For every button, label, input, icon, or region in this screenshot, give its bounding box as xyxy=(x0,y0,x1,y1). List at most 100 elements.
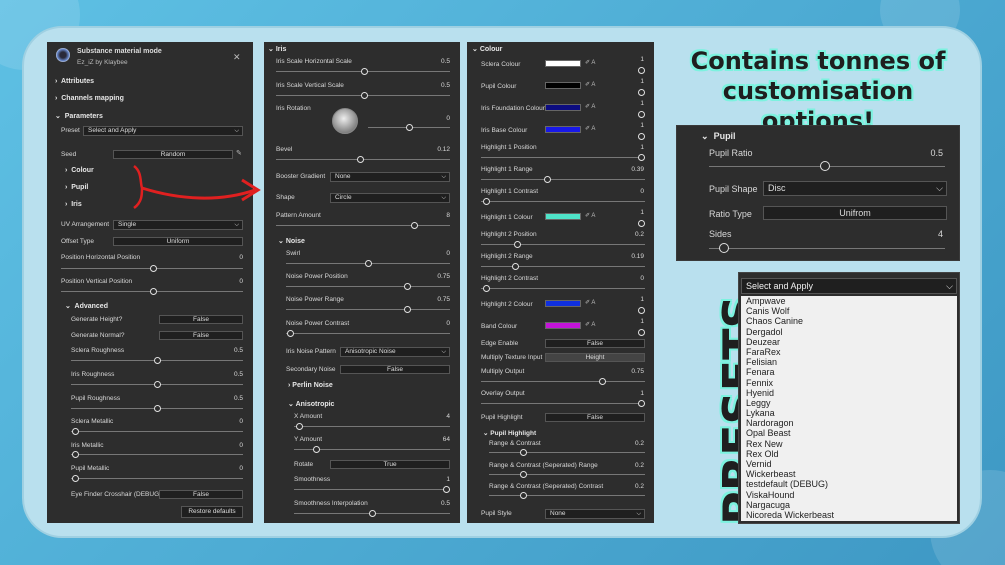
preset-option[interactable]: Fennix xyxy=(741,378,957,388)
highlight2-contrast-track[interactable] xyxy=(481,288,645,289)
anisotropic-group[interactable]: ⌄ Anisotropic xyxy=(288,400,334,408)
iris-group[interactable]: › Iris xyxy=(65,201,82,208)
secondary-noise-toggle[interactable]: False xyxy=(340,365,450,374)
advanced-group[interactable]: ⌄ Advanced xyxy=(65,302,108,310)
pupil-highlight-toggle[interactable]: False xyxy=(545,413,645,422)
noise-power-contrast-track[interactable] xyxy=(286,333,450,334)
gen-height-toggle[interactable]: False xyxy=(159,315,243,324)
preset-option[interactable]: Rex Old xyxy=(741,449,957,459)
range-contrast-handle[interactable] xyxy=(519,449,527,456)
pupil-roughness-handle[interactable] xyxy=(153,405,161,412)
preset-option[interactable]: FaraRex xyxy=(741,347,957,357)
preset-option[interactable]: Opal Beast xyxy=(741,428,957,438)
noise-power-position-track[interactable] xyxy=(286,286,450,287)
pupil-alpha-handle[interactable] xyxy=(637,89,645,96)
highlight1-contrast-track[interactable] xyxy=(481,201,645,202)
gen-normal-toggle[interactable]: False xyxy=(159,331,243,340)
highlight2-colour-swatch[interactable] xyxy=(545,300,581,307)
pupil-metallic-handle[interactable] xyxy=(71,475,79,482)
iris-base-swatch[interactable] xyxy=(545,126,581,133)
multiply-output-handle[interactable] xyxy=(598,378,606,385)
preset-option[interactable]: Lykana xyxy=(741,408,957,418)
iris-metallic-handle[interactable] xyxy=(71,451,79,458)
preset-option[interactable]: Wickerbeast xyxy=(741,469,957,479)
edge-enable-toggle[interactable]: False xyxy=(545,339,645,348)
iris-foundation-swatch[interactable] xyxy=(545,104,581,111)
preset-option[interactable]: Hyenid xyxy=(741,388,957,398)
sclera-metallic-handle[interactable] xyxy=(71,428,79,435)
iris-scale-v-handle[interactable] xyxy=(360,92,368,99)
pupil-metallic-track[interactable] xyxy=(71,478,243,479)
highlight2-position-track[interactable] xyxy=(481,244,645,245)
range-contrast-sep-contrast-track[interactable] xyxy=(489,495,645,496)
channels-mapping-section[interactable]: › Channels mapping xyxy=(55,95,124,102)
highlight1-position-track[interactable] xyxy=(481,157,645,158)
preset-option[interactable]: Chaos Canine xyxy=(741,316,957,326)
preset-option[interactable]: Nicoreda Wickerbeast xyxy=(741,510,957,520)
y-amount-handle[interactable] xyxy=(312,446,320,453)
eyedropper-icon[interactable]: ✐ A xyxy=(585,59,595,66)
preset-option[interactable]: Dergadol xyxy=(741,327,957,337)
preset-list-dropdown[interactable]: Select and Apply ⌵ xyxy=(741,278,957,294)
pupil-highlight-group[interactable]: ⌄ Pupil Highlight xyxy=(483,429,536,437)
band-colour-swatch[interactable] xyxy=(545,322,581,329)
highlight2-position-handle[interactable] xyxy=(513,241,521,248)
highlight2-contrast-handle[interactable] xyxy=(482,285,490,292)
perlin-noise-group[interactable]: › Perlin Noise xyxy=(288,382,333,389)
preset-option[interactable]: Fenara xyxy=(741,367,957,377)
attributes-section[interactable]: › Attributes xyxy=(55,78,94,85)
rotate-toggle[interactable]: True xyxy=(330,460,450,469)
swirl-handle[interactable] xyxy=(364,260,372,267)
preset-option[interactable]: Nardoragon xyxy=(741,418,957,428)
pencil-icon[interactable]: ✎ xyxy=(236,149,242,157)
sclera-roughness-handle[interactable] xyxy=(153,357,161,364)
range-contrast-sep-range-handle[interactable] xyxy=(519,471,527,478)
band-alpha-handle[interactable] xyxy=(637,329,645,336)
sides-track[interactable] xyxy=(709,248,945,249)
eyedropper-icon[interactable]: ✐ A xyxy=(585,103,595,110)
highlight1-contrast-handle[interactable] xyxy=(482,198,490,205)
sides-handle[interactable] xyxy=(719,243,729,253)
pos-v-handle[interactable] xyxy=(149,288,157,295)
noise-power-position-handle[interactable] xyxy=(403,283,411,290)
sclera-colour-swatch[interactable] xyxy=(545,60,581,67)
iris-scale-h-handle[interactable] xyxy=(360,68,368,75)
pupil-ratio-handle[interactable] xyxy=(820,161,830,171)
highlight1-alpha-handle[interactable] xyxy=(637,220,645,227)
booster-gradient-dropdown[interactable]: None ⌵ xyxy=(330,172,450,182)
preset-option[interactable]: testdefault (DEBUG) xyxy=(741,479,957,489)
preset-option[interactable]: ViskaHound xyxy=(741,490,957,500)
multiply-texture-field[interactable]: Height xyxy=(545,353,645,362)
smoothness-track[interactable] xyxy=(294,489,450,490)
overlay-output-track[interactable] xyxy=(481,403,645,404)
iris-base-alpha-handle[interactable] xyxy=(637,133,645,140)
highlight1-colour-swatch[interactable] xyxy=(545,213,581,220)
preset-option[interactable]: Felisian xyxy=(741,357,957,367)
noise-power-range-handle[interactable] xyxy=(403,306,411,313)
colour-section[interactable]: ⌄ Colour xyxy=(472,45,502,53)
smoothness-interp-handle[interactable] xyxy=(368,510,376,517)
noise-power-contrast-handle[interactable] xyxy=(286,330,294,337)
pupil-section[interactable]: ⌄ Pupil xyxy=(701,131,736,142)
rotation-dial[interactable] xyxy=(332,108,358,134)
noise-group[interactable]: ⌄ Noise xyxy=(278,237,305,245)
highlight1-range-handle[interactable] xyxy=(543,176,551,183)
bevel-handle[interactable] xyxy=(356,156,364,163)
pattern-amount-handle[interactable] xyxy=(410,222,418,229)
restore-defaults-button[interactable]: Restore defaults xyxy=(181,506,243,518)
highlight2-range-track[interactable] xyxy=(481,266,645,267)
close-icon[interactable]: ✕ xyxy=(233,52,241,63)
eyedropper-icon[interactable]: ✐ A xyxy=(585,81,595,88)
eyedropper-icon[interactable]: ✐ A xyxy=(585,212,595,219)
overlay-output-handle[interactable] xyxy=(637,400,645,407)
range-contrast-sep-contrast-handle[interactable] xyxy=(519,492,527,499)
highlight1-range-track[interactable] xyxy=(481,179,645,180)
pupil-shape-dropdown[interactable]: Disc ⌵ xyxy=(763,181,947,196)
pattern-amount-track[interactable] xyxy=(276,225,450,226)
iris-rotation-handle[interactable] xyxy=(405,124,413,131)
iris-metallic-track[interactable] xyxy=(71,454,243,455)
highlight2-alpha-handle[interactable] xyxy=(637,307,645,314)
preset-option[interactable]: Deuzear xyxy=(741,337,957,347)
range-contrast-track[interactable] xyxy=(489,452,645,453)
smoothness-handle[interactable] xyxy=(442,486,450,493)
